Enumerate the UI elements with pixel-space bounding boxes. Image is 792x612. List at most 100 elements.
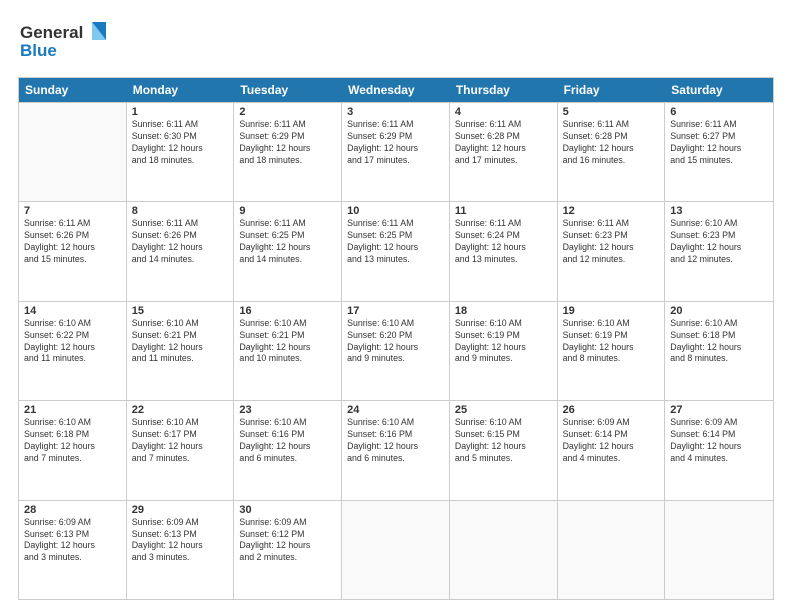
calendar-cell: 30Sunrise: 6:09 AM Sunset: 6:12 PM Dayli… — [234, 501, 342, 599]
day-info: Sunrise: 6:10 AM Sunset: 6:19 PM Dayligh… — [563, 318, 660, 366]
day-number: 3 — [347, 106, 444, 118]
day-info: Sunrise: 6:10 AM Sunset: 6:22 PM Dayligh… — [24, 318, 121, 366]
calendar-cell: 6Sunrise: 6:11 AM Sunset: 6:27 PM Daylig… — [665, 103, 773, 201]
day-number: 8 — [132, 205, 229, 217]
calendar-cell: 26Sunrise: 6:09 AM Sunset: 6:14 PM Dayli… — [558, 401, 666, 499]
calendar-cell: 7Sunrise: 6:11 AM Sunset: 6:26 PM Daylig… — [19, 202, 127, 300]
calendar-cell: 12Sunrise: 6:11 AM Sunset: 6:23 PM Dayli… — [558, 202, 666, 300]
day-number: 28 — [24, 504, 121, 516]
calendar-cell: 25Sunrise: 6:10 AM Sunset: 6:15 PM Dayli… — [450, 401, 558, 499]
calendar: SundayMondayTuesdayWednesdayThursdayFrid… — [18, 77, 774, 600]
calendar-cell: 23Sunrise: 6:10 AM Sunset: 6:16 PM Dayli… — [234, 401, 342, 499]
header-day-saturday: Saturday — [665, 78, 773, 102]
calendar-cell: 15Sunrise: 6:10 AM Sunset: 6:21 PM Dayli… — [127, 302, 235, 400]
calendar-cell: 2Sunrise: 6:11 AM Sunset: 6:29 PM Daylig… — [234, 103, 342, 201]
calendar-cell — [558, 501, 666, 599]
calendar-body: 1Sunrise: 6:11 AM Sunset: 6:30 PM Daylig… — [19, 102, 773, 599]
calendar-header: SundayMondayTuesdayWednesdayThursdayFrid… — [19, 78, 773, 102]
day-info: Sunrise: 6:10 AM Sunset: 6:19 PM Dayligh… — [455, 318, 552, 366]
day-info: Sunrise: 6:10 AM Sunset: 6:18 PM Dayligh… — [670, 318, 768, 366]
day-info: Sunrise: 6:11 AM Sunset: 6:25 PM Dayligh… — [239, 218, 336, 266]
header-day-thursday: Thursday — [450, 78, 558, 102]
day-number: 7 — [24, 205, 121, 217]
calendar-cell: 11Sunrise: 6:11 AM Sunset: 6:24 PM Dayli… — [450, 202, 558, 300]
calendar-row-2: 7Sunrise: 6:11 AM Sunset: 6:26 PM Daylig… — [19, 201, 773, 300]
calendar-row-3: 14Sunrise: 6:10 AM Sunset: 6:22 PM Dayli… — [19, 301, 773, 400]
day-number: 27 — [670, 404, 768, 416]
day-number: 9 — [239, 205, 336, 217]
calendar-cell: 10Sunrise: 6:11 AM Sunset: 6:25 PM Dayli… — [342, 202, 450, 300]
header-day-monday: Monday — [127, 78, 235, 102]
day-info: Sunrise: 6:11 AM Sunset: 6:24 PM Dayligh… — [455, 218, 552, 266]
day-info: Sunrise: 6:10 AM Sunset: 6:16 PM Dayligh… — [347, 417, 444, 465]
calendar-cell: 21Sunrise: 6:10 AM Sunset: 6:18 PM Dayli… — [19, 401, 127, 499]
day-info: Sunrise: 6:11 AM Sunset: 6:29 PM Dayligh… — [347, 119, 444, 167]
day-info: Sunrise: 6:11 AM Sunset: 6:27 PM Dayligh… — [670, 119, 768, 167]
calendar-cell: 27Sunrise: 6:09 AM Sunset: 6:14 PM Dayli… — [665, 401, 773, 499]
day-info: Sunrise: 6:10 AM Sunset: 6:20 PM Dayligh… — [347, 318, 444, 366]
day-number: 24 — [347, 404, 444, 416]
day-number: 26 — [563, 404, 660, 416]
day-info: Sunrise: 6:09 AM Sunset: 6:14 PM Dayligh… — [563, 417, 660, 465]
day-info: Sunrise: 6:10 AM Sunset: 6:17 PM Dayligh… — [132, 417, 229, 465]
calendar-cell: 24Sunrise: 6:10 AM Sunset: 6:16 PM Dayli… — [342, 401, 450, 499]
day-info: Sunrise: 6:09 AM Sunset: 6:13 PM Dayligh… — [24, 517, 121, 565]
day-info: Sunrise: 6:11 AM Sunset: 6:23 PM Dayligh… — [563, 218, 660, 266]
day-info: Sunrise: 6:10 AM Sunset: 6:16 PM Dayligh… — [239, 417, 336, 465]
day-number: 12 — [563, 205, 660, 217]
day-number: 21 — [24, 404, 121, 416]
header-day-sunday: Sunday — [19, 78, 127, 102]
day-number: 18 — [455, 305, 552, 317]
calendar-cell — [665, 501, 773, 599]
day-number: 15 — [132, 305, 229, 317]
calendar-cell: 9Sunrise: 6:11 AM Sunset: 6:25 PM Daylig… — [234, 202, 342, 300]
day-number: 2 — [239, 106, 336, 118]
calendar-cell: 3Sunrise: 6:11 AM Sunset: 6:29 PM Daylig… — [342, 103, 450, 201]
day-number: 6 — [670, 106, 768, 118]
day-info: Sunrise: 6:11 AM Sunset: 6:30 PM Dayligh… — [132, 119, 229, 167]
day-info: Sunrise: 6:10 AM Sunset: 6:23 PM Dayligh… — [670, 218, 768, 266]
day-info: Sunrise: 6:11 AM Sunset: 6:29 PM Dayligh… — [239, 119, 336, 167]
calendar-cell: 16Sunrise: 6:10 AM Sunset: 6:21 PM Dayli… — [234, 302, 342, 400]
calendar-cell: 18Sunrise: 6:10 AM Sunset: 6:19 PM Dayli… — [450, 302, 558, 400]
day-number: 4 — [455, 106, 552, 118]
day-number: 20 — [670, 305, 768, 317]
page: General Blue SundayMondayTuesdayWednesda… — [0, 0, 792, 612]
calendar-cell: 19Sunrise: 6:10 AM Sunset: 6:19 PM Dayli… — [558, 302, 666, 400]
calendar-cell — [342, 501, 450, 599]
calendar-row-5: 28Sunrise: 6:09 AM Sunset: 6:13 PM Dayli… — [19, 500, 773, 599]
day-info: Sunrise: 6:10 AM Sunset: 6:21 PM Dayligh… — [239, 318, 336, 366]
day-number: 14 — [24, 305, 121, 317]
calendar-cell: 29Sunrise: 6:09 AM Sunset: 6:13 PM Dayli… — [127, 501, 235, 599]
calendar-row-1: 1Sunrise: 6:11 AM Sunset: 6:30 PM Daylig… — [19, 102, 773, 201]
day-number: 19 — [563, 305, 660, 317]
day-number: 25 — [455, 404, 552, 416]
day-info: Sunrise: 6:10 AM Sunset: 6:21 PM Dayligh… — [132, 318, 229, 366]
calendar-cell — [19, 103, 127, 201]
day-info: Sunrise: 6:11 AM Sunset: 6:25 PM Dayligh… — [347, 218, 444, 266]
day-number: 23 — [239, 404, 336, 416]
svg-text:General: General — [20, 23, 83, 42]
calendar-cell: 20Sunrise: 6:10 AM Sunset: 6:18 PM Dayli… — [665, 302, 773, 400]
header-day-friday: Friday — [558, 78, 666, 102]
day-number: 22 — [132, 404, 229, 416]
day-info: Sunrise: 6:11 AM Sunset: 6:28 PM Dayligh… — [563, 119, 660, 167]
day-info: Sunrise: 6:09 AM Sunset: 6:14 PM Dayligh… — [670, 417, 768, 465]
day-number: 16 — [239, 305, 336, 317]
calendar-cell: 1Sunrise: 6:11 AM Sunset: 6:30 PM Daylig… — [127, 103, 235, 201]
header-day-wednesday: Wednesday — [342, 78, 450, 102]
day-number: 29 — [132, 504, 229, 516]
day-info: Sunrise: 6:11 AM Sunset: 6:28 PM Dayligh… — [455, 119, 552, 167]
day-info: Sunrise: 6:10 AM Sunset: 6:15 PM Dayligh… — [455, 417, 552, 465]
calendar-cell: 5Sunrise: 6:11 AM Sunset: 6:28 PM Daylig… — [558, 103, 666, 201]
calendar-cell: 22Sunrise: 6:10 AM Sunset: 6:17 PM Dayli… — [127, 401, 235, 499]
calendar-cell: 28Sunrise: 6:09 AM Sunset: 6:13 PM Dayli… — [19, 501, 127, 599]
day-info: Sunrise: 6:09 AM Sunset: 6:13 PM Dayligh… — [132, 517, 229, 565]
calendar-cell: 14Sunrise: 6:10 AM Sunset: 6:22 PM Dayli… — [19, 302, 127, 400]
day-number: 1 — [132, 106, 229, 118]
calendar-row-4: 21Sunrise: 6:10 AM Sunset: 6:18 PM Dayli… — [19, 400, 773, 499]
header: General Blue — [18, 18, 774, 67]
logo-text: General Blue — [18, 18, 108, 67]
day-number: 30 — [239, 504, 336, 516]
day-number: 5 — [563, 106, 660, 118]
